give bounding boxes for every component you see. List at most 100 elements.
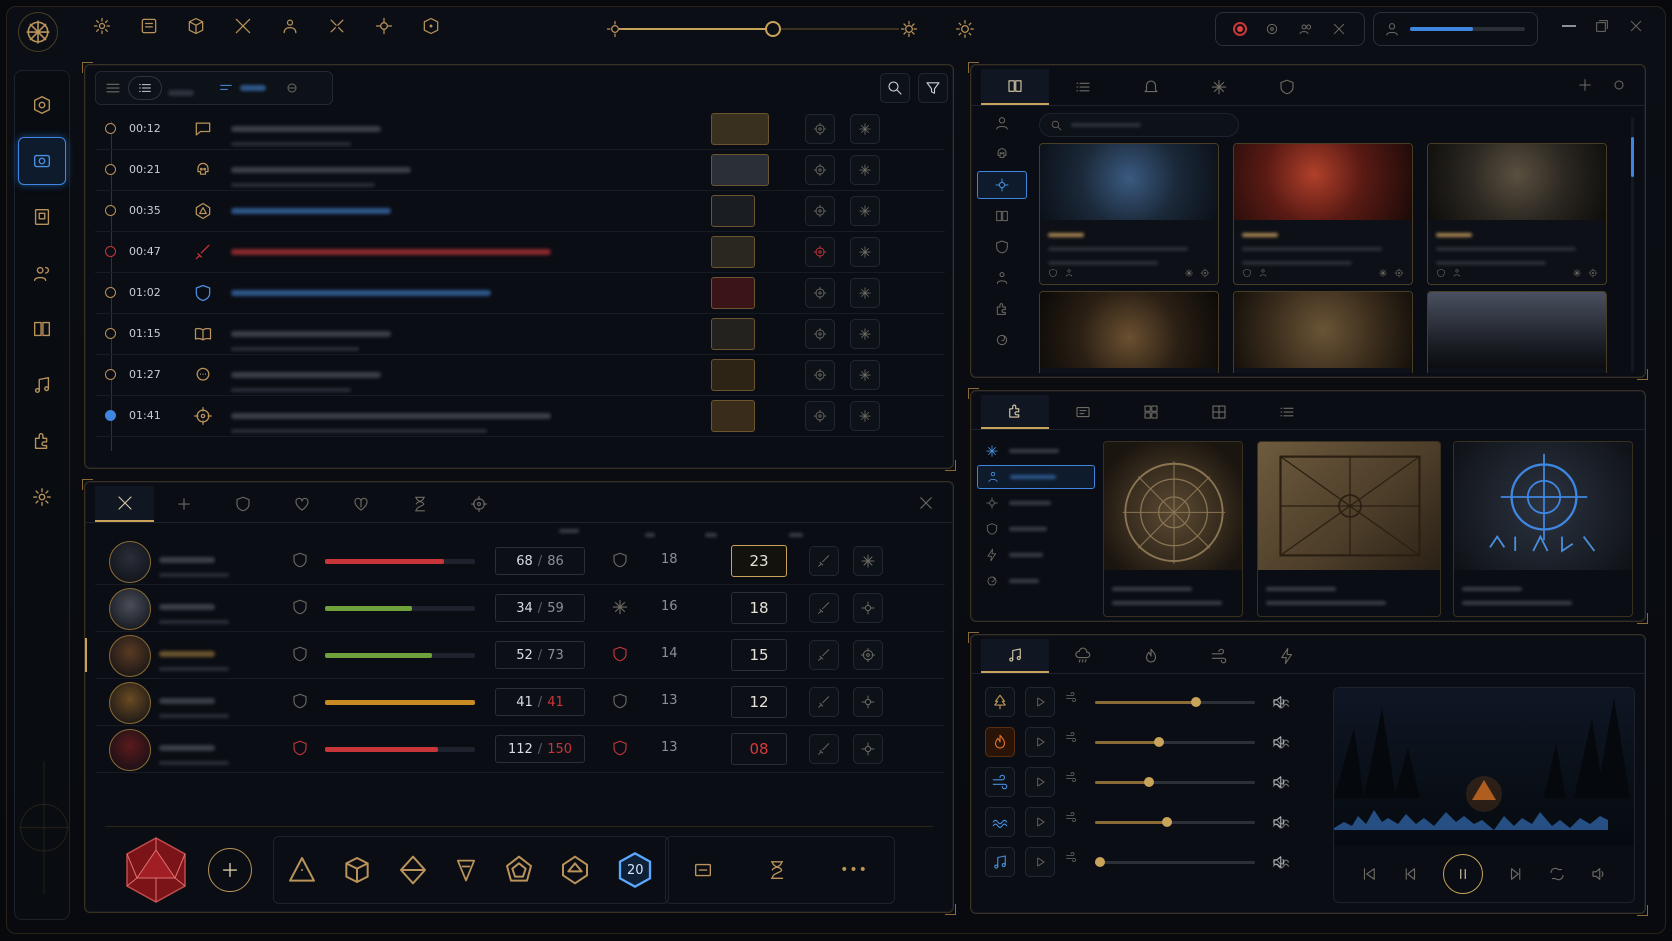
log-pin-button[interactable] — [850, 278, 880, 308]
play-button[interactable] — [1025, 687, 1055, 717]
log-pin-button[interactable] — [850, 360, 880, 390]
initiative-value[interactable]: 18 — [731, 592, 787, 624]
party-member-row[interactable]: 34 / 59 16 18 — [95, 585, 945, 632]
log-thumbnail[interactable] — [711, 277, 755, 309]
sidebar-item-characters[interactable] — [18, 249, 66, 297]
next-icon[interactable] — [1507, 865, 1525, 883]
sync-icon[interactable] — [1264, 21, 1280, 37]
audio-tab-lightning[interactable] — [1253, 639, 1321, 673]
party-member-row[interactable]: 52 / 73 14 15 — [85, 632, 945, 679]
track-volume-icon[interactable] — [1271, 813, 1289, 831]
attack-button[interactable] — [809, 687, 839, 717]
track-volume-icon[interactable] — [1271, 853, 1289, 871]
record-icon[interactable] — [1232, 22, 1247, 36]
maps-tab-list[interactable] — [1253, 395, 1321, 429]
log-entry[interactable]: 00:21 — [95, 150, 945, 191]
track-volume-knob[interactable] — [1190, 697, 1201, 707]
menu-icon[interactable] — [104, 79, 122, 97]
library-scrollbar[interactable] — [1631, 117, 1634, 372]
library-filter-book[interactable] — [977, 202, 1027, 230]
library-filter-shield[interactable] — [977, 233, 1027, 261]
library-card[interactable] — [1427, 143, 1607, 285]
library-filter-skull[interactable] — [977, 140, 1027, 168]
party-member-row[interactable]: 41 / 41 13 12 — [95, 679, 945, 726]
log-action-button[interactable] — [805, 114, 835, 144]
library-filter-swirl[interactable] — [977, 326, 1027, 354]
time-slider[interactable] — [605, 18, 918, 40]
user-icon[interactable] — [1384, 21, 1400, 37]
hourglass-icon[interactable] — [766, 859, 788, 881]
log-pin-button[interactable] — [850, 114, 880, 144]
log-action-button[interactable] — [805, 196, 835, 226]
log-action-button[interactable] — [805, 155, 835, 185]
avatar[interactable] — [109, 588, 151, 630]
filter-button[interactable] — [918, 73, 948, 103]
monster-icon[interactable] — [370, 12, 398, 40]
attack-button[interactable] — [809, 546, 839, 576]
library-card[interactable] — [1233, 291, 1413, 373]
track-volume-icon[interactable] — [1271, 733, 1289, 751]
track-volume-knob[interactable] — [1094, 857, 1105, 867]
party-tab-target[interactable] — [449, 486, 508, 522]
close-window-icon[interactable] — [1628, 18, 1644, 34]
scene-icon[interactable] — [284, 80, 300, 96]
log-action-button[interactable] — [805, 319, 835, 349]
audio-tab-wind[interactable] — [1185, 639, 1253, 673]
play-button[interactable] — [1025, 767, 1055, 797]
library-card[interactable] — [1427, 291, 1607, 373]
party-tab-heart[interactable] — [272, 486, 331, 522]
track-icon-box[interactable] — [985, 687, 1015, 717]
settings-gear-icon[interactable] — [88, 12, 116, 40]
avatar[interactable] — [109, 682, 151, 724]
initiative-value[interactable]: 08 — [731, 733, 787, 765]
log-entry[interactable]: 01:15 — [95, 314, 945, 355]
avatar[interactable] — [109, 635, 151, 677]
active-filter-chip[interactable] — [218, 76, 278, 100]
log-entry[interactable]: 00:47 — [95, 232, 945, 273]
search-button[interactable] — [880, 73, 910, 103]
log-pin-button[interactable] — [850, 401, 880, 431]
attack-button[interactable] — [809, 593, 839, 623]
party-tab-shield[interactable] — [213, 486, 272, 522]
maps-tab-grid[interactable] — [1117, 395, 1185, 429]
close-panel-icon[interactable] — [917, 494, 935, 512]
map-card-rune[interactable] — [1453, 441, 1633, 617]
library-filter-puzzle[interactable] — [977, 295, 1027, 323]
library-tab-star[interactable] — [1185, 69, 1253, 105]
daylight-icon[interactable] — [955, 19, 975, 39]
audio-tab-rain[interactable] — [1049, 639, 1117, 673]
library-filter-monster[interactable] — [977, 171, 1027, 199]
member-options-button[interactable] — [853, 640, 883, 670]
cube-icon[interactable] — [182, 12, 210, 40]
sidebar-item-campaign[interactable] — [18, 81, 66, 129]
map-card-parchment[interactable] — [1257, 441, 1441, 617]
library-card[interactable] — [1039, 143, 1219, 285]
log-thumbnail[interactable] — [711, 400, 755, 432]
pause-button[interactable] — [1443, 854, 1484, 894]
maps-tab-layout[interactable] — [1185, 395, 1253, 429]
initiative-value[interactable]: 23 — [731, 545, 787, 577]
log-thumbnail[interactable] — [711, 318, 755, 350]
maps-tab-map-list[interactable] — [1049, 395, 1117, 429]
d6-icon[interactable] — [341, 854, 373, 886]
track-volume-icon[interactable] — [1271, 773, 1289, 791]
play-button[interactable] — [1025, 807, 1055, 837]
battle-icon[interactable] — [323, 12, 351, 40]
library-tab-list[interactable] — [1049, 69, 1117, 105]
track-icon-box[interactable] — [985, 767, 1015, 797]
member-options-button[interactable] — [853, 593, 883, 623]
sidebar-item-music[interactable] — [18, 361, 66, 409]
sidebar-item-encounter[interactable] — [18, 137, 66, 185]
d20-big-die[interactable] — [123, 834, 189, 906]
sidebar-item-journal[interactable] — [18, 193, 66, 241]
time-slider-knob[interactable] — [765, 21, 781, 37]
log-entry[interactable]: 01:02 — [95, 273, 945, 314]
log-pin-button[interactable] — [850, 155, 880, 185]
repeat-icon[interactable] — [1548, 865, 1566, 883]
library-tab-book[interactable] — [981, 69, 1049, 105]
track-volume-slider[interactable] — [1094, 857, 1255, 867]
track-volume-knob[interactable] — [1154, 737, 1164, 747]
party-icon[interactable] — [276, 12, 304, 40]
add-die-button[interactable] — [208, 848, 252, 892]
library-search-input[interactable] — [1039, 113, 1239, 137]
